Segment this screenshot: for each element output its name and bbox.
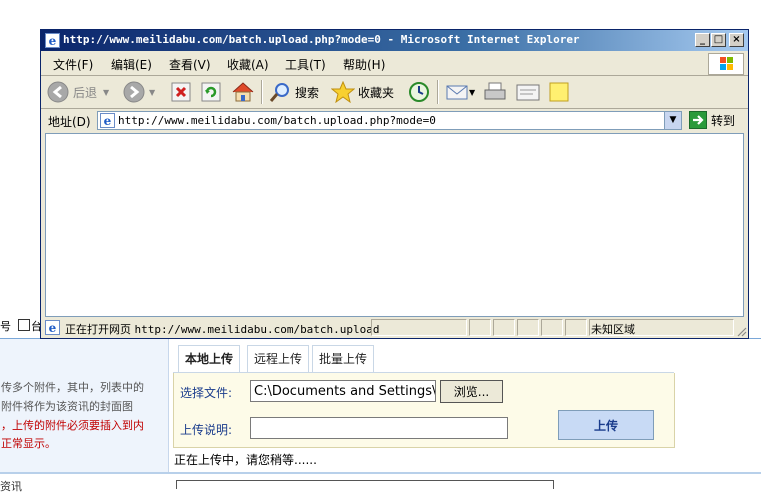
ie-page-icon: e bbox=[100, 113, 115, 128]
hint-line: 附件将作为该资讯的封面图 bbox=[1, 400, 133, 413]
status-bar: e 正在打开网页 http://www.meilidabu.com/batch.… bbox=[41, 318, 748, 338]
back-arrow-icon bbox=[47, 81, 69, 103]
mail-icon bbox=[446, 85, 468, 100]
printer-icon bbox=[484, 82, 506, 100]
svg-text:e: e bbox=[104, 114, 112, 128]
go-button[interactable]: 转到 bbox=[689, 111, 735, 129]
refresh-icon bbox=[201, 82, 221, 102]
status-url: http://www.meilidabu.com/batch.upload bbox=[134, 323, 380, 336]
search-icon bbox=[269, 83, 289, 102]
upload-panel: 传多个附件，其中，列表中的 附件将作为该资讯的封面图 ，上传的附件必须要插入到内… bbox=[0, 338, 761, 493]
description-label: 上传说明: bbox=[180, 423, 233, 437]
status-cell bbox=[565, 319, 587, 336]
address-bar: 地址(D) e http://www.meilidabu.com/batch.u… bbox=[41, 109, 748, 132]
uploading-status: 正在上传中，请您稍等...... bbox=[174, 453, 317, 467]
minimize-button[interactable]: _ bbox=[695, 33, 710, 47]
ie-popup-window: e http://www.meilidabu.com/batch.upload.… bbox=[40, 29, 749, 339]
tab-batch-upload[interactable]: 批量上传 bbox=[312, 345, 375, 372]
resize-grip-icon[interactable] bbox=[735, 325, 747, 337]
background-page-edge bbox=[0, 0, 40, 316]
menu-tools[interactable]: 工具(T) bbox=[285, 56, 326, 73]
back-label: 后退 bbox=[73, 85, 98, 100]
tab-local-upload[interactable]: 本地上传 bbox=[178, 345, 241, 372]
page-content-area[interactable] bbox=[45, 133, 744, 317]
toolbar-separator bbox=[261, 80, 263, 104]
windows-logo-icon bbox=[708, 53, 744, 75]
menu-edit[interactable]: 编辑(E) bbox=[111, 56, 152, 73]
status-text: 正在打开网页 http://www.meilidabu.com/batch.up… bbox=[65, 321, 380, 337]
toolbar-separator bbox=[437, 80, 439, 104]
favorites-button[interactable]: 收藏夹 bbox=[331, 80, 394, 104]
address-url: http://www.meilidabu.com/batch.upload.ph… bbox=[118, 114, 436, 127]
menu-view[interactable]: 查看(V) bbox=[169, 56, 211, 73]
menu-bar: 文件(F) 编辑(E) 查看(V) 收藏(A) 工具(T) 帮助(H) bbox=[41, 51, 748, 76]
address-label: 地址(D) bbox=[48, 115, 91, 129]
dropdown-arrow-icon[interactable]: ▼ bbox=[149, 88, 155, 97]
home-icon bbox=[232, 82, 254, 102]
title-bar[interactable]: e http://www.meilidabu.com/batch.upload.… bbox=[41, 30, 748, 51]
upload-form: 选择文件: C:\Documents and Settings\A 浏览... … bbox=[173, 373, 675, 448]
background-input[interactable] bbox=[176, 480, 554, 489]
search-button[interactable]: 搜索 bbox=[269, 80, 319, 104]
status-cell bbox=[517, 319, 539, 336]
section-label: 资讯 bbox=[0, 480, 22, 493]
progress-cell bbox=[371, 319, 467, 336]
history-icon bbox=[409, 82, 429, 102]
history-button[interactable] bbox=[407, 80, 431, 104]
section-divider bbox=[0, 472, 761, 474]
edit-icon bbox=[516, 84, 540, 101]
hint-line-warning: ，上传的附件必须要插入到内 bbox=[1, 419, 144, 432]
address-input[interactable]: e http://www.meilidabu.com/batch.upload.… bbox=[97, 111, 682, 130]
favorites-label: 收藏夹 bbox=[358, 85, 395, 100]
forward-button[interactable]: ▼ bbox=[123, 80, 155, 104]
file-label: 选择文件: bbox=[180, 386, 233, 400]
mail-button[interactable]: ▼ bbox=[445, 80, 475, 104]
dropdown-arrow-icon[interactable]: ▼ bbox=[103, 88, 109, 97]
window-title: http://www.meilidabu.com/batch.upload.ph… bbox=[63, 33, 580, 46]
refresh-button[interactable] bbox=[201, 80, 221, 104]
dropdown-arrow-icon[interactable]: ▼ bbox=[469, 88, 475, 97]
upload-hints-column: 传多个附件，其中，列表中的 附件将作为该资讯的封面图 ，上传的附件必须要插入到内… bbox=[0, 339, 169, 474]
hint-line: 传多个附件，其中，列表中的 bbox=[1, 381, 144, 394]
edit-button[interactable] bbox=[515, 80, 541, 104]
back-button[interactable]: 后退 ▼ bbox=[47, 80, 109, 104]
ie-page-icon: e bbox=[45, 320, 60, 335]
background-checkbox[interactable] bbox=[18, 319, 30, 331]
go-label: 转到 bbox=[711, 113, 736, 128]
tab-remote-upload[interactable]: 远程上传 bbox=[247, 345, 310, 372]
status-cell bbox=[541, 319, 563, 336]
toolbar: 后退 ▼ ▼ 搜索 收藏夹 ▼ bbox=[41, 76, 748, 109]
status-message: 正在打开网页 bbox=[65, 323, 131, 336]
stop-icon bbox=[171, 82, 191, 102]
print-button[interactable] bbox=[483, 80, 507, 104]
browse-button[interactable]: 浏览... bbox=[440, 380, 503, 403]
go-arrow-icon bbox=[689, 111, 707, 129]
security-zone: 未知区域 bbox=[591, 323, 635, 336]
menu-favorites[interactable]: 收藏(A) bbox=[227, 56, 269, 73]
background-text-fragment: 号 bbox=[0, 320, 11, 333]
forward-arrow-icon bbox=[123, 81, 145, 103]
sticky-note-icon bbox=[549, 82, 569, 102]
description-input[interactable] bbox=[250, 417, 508, 439]
menu-help[interactable]: 帮助(H) bbox=[343, 56, 385, 73]
chevron-down-icon[interactable]: ▼ bbox=[664, 112, 681, 129]
menu-file[interactable]: 文件(F) bbox=[53, 56, 93, 73]
notes-button[interactable] bbox=[547, 80, 571, 104]
status-cell bbox=[493, 319, 515, 336]
search-label: 搜索 bbox=[295, 85, 320, 100]
hint-line-warning: 正常显示。 bbox=[1, 437, 56, 450]
maximize-button[interactable]: □ bbox=[711, 33, 726, 47]
file-input[interactable]: C:\Documents and Settings\A bbox=[250, 380, 436, 402]
upload-button[interactable]: 上传 bbox=[558, 410, 654, 440]
svg-text:e: e bbox=[49, 34, 57, 48]
status-cell bbox=[469, 319, 491, 336]
close-button[interactable]: × bbox=[729, 33, 744, 47]
ie-page-icon: e bbox=[45, 33, 60, 48]
svg-text:e: e bbox=[49, 321, 57, 335]
star-icon bbox=[331, 81, 355, 103]
stop-button[interactable] bbox=[171, 80, 191, 104]
home-button[interactable] bbox=[231, 80, 255, 104]
